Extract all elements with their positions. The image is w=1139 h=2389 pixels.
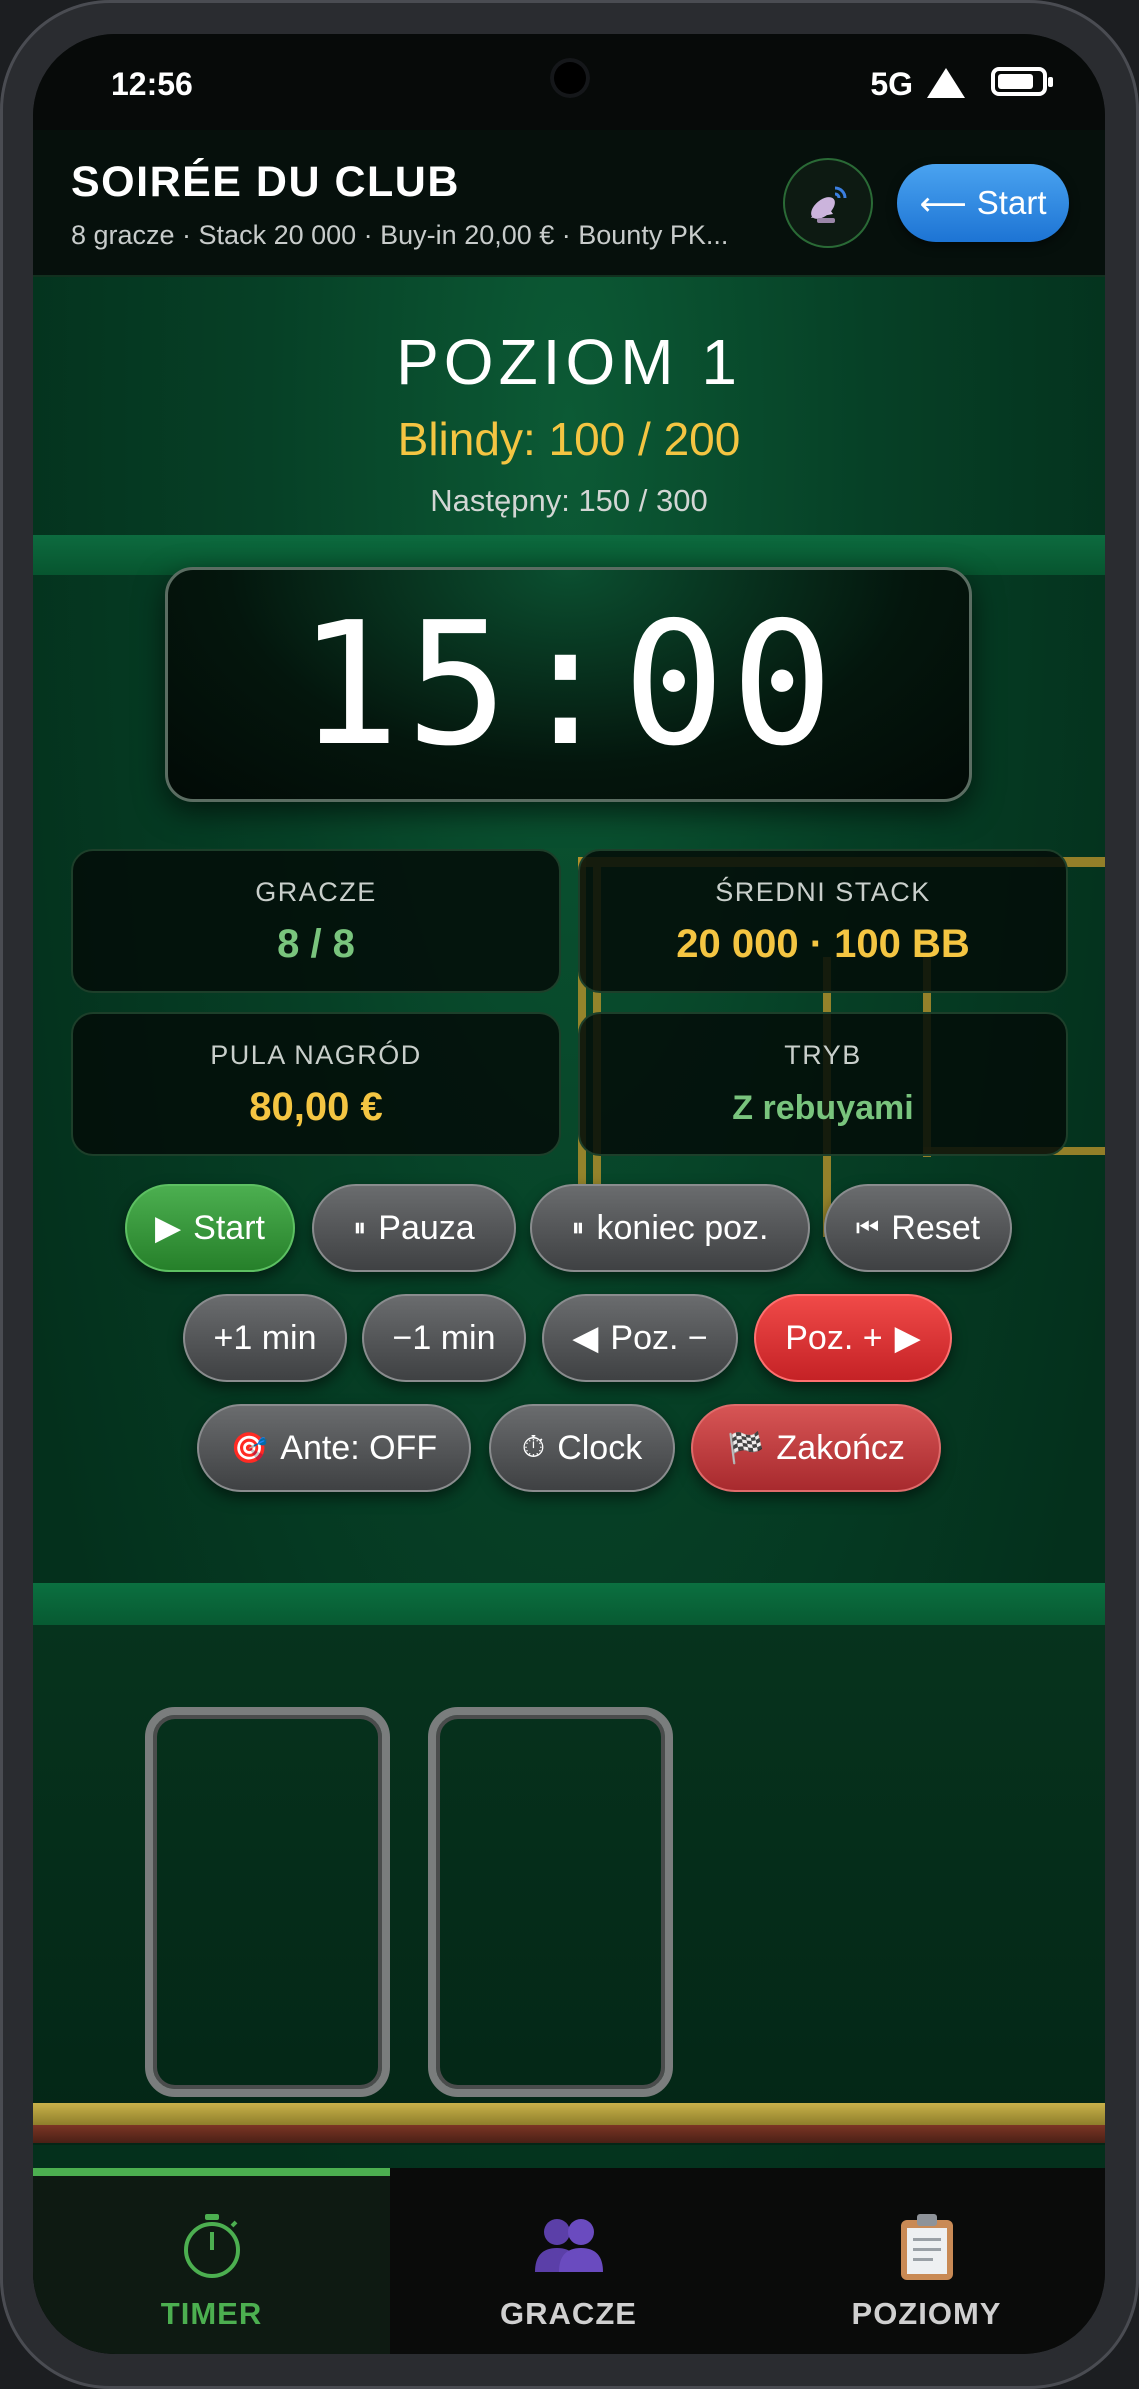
app-header: SOIRÉE DU CLUB 8 gracze · Stack 20 000 ·… (33, 130, 1105, 277)
arrow-left-icon: ⟵ (919, 184, 967, 222)
finish-tournament-button[interactable]: 🏁 Zakończ (691, 1404, 941, 1492)
stopwatch-icon: ⏱ (521, 1431, 546, 1464)
pause-button[interactable]: ⏸ Pauza (312, 1184, 516, 1272)
card-slot-right (428, 1707, 673, 2097)
countdown-time: 15:00 (297, 585, 840, 784)
clipboard-icon (900, 2214, 953, 2280)
network-indicator: 5G (870, 66, 913, 102)
tournament-summary: 8 gracze · Stack 20 000 · Buy-in 20,00 €… (71, 220, 729, 250)
pause-label: Pauza (378, 1208, 475, 1247)
reset-button[interactable]: ⏮ Reset (824, 1184, 1012, 1272)
stat-players-label: GRACZE (255, 877, 377, 907)
tab-players-label: GRACZE (500, 2296, 637, 2331)
previous-level-label: Poz. − (610, 1318, 708, 1357)
players-icon (534, 2219, 603, 2272)
stat-players-value: 8 / 8 (277, 922, 355, 966)
card-slot-left (145, 1707, 390, 2097)
ante-toggle-button[interactable]: 🎯 Ante: OFF (197, 1404, 471, 1492)
stat-average-stack: ŚREDNI STACK 20 000 · 100 BB (578, 849, 1068, 993)
stat-prize-pool-value: 80,00 € (249, 1085, 383, 1129)
stat-prize-pool: PULA NAGRÓD 80,00 € (71, 1012, 561, 1156)
back-to-start-button[interactable]: ⟵ Start (897, 164, 1069, 242)
stopwatch-icon (183, 2214, 240, 2278)
next-blinds: Następny: 150 / 300 (430, 483, 708, 518)
add-minute-button[interactable]: +1 min (183, 1294, 347, 1382)
tab-timer[interactable]: TIMER (33, 2168, 390, 2354)
ante-toggle-label: Ante: OFF (280, 1428, 438, 1467)
stat-average-stack-value: 20 000 · 100 BB (676, 922, 970, 966)
next-level-button[interactable]: Poz. + ▶ (754, 1294, 952, 1382)
add-minute-label: +1 min (213, 1318, 317, 1357)
clock-button[interactable]: ⏱ Clock (489, 1404, 675, 1492)
cast-button[interactable] (783, 158, 873, 248)
active-tab-indicator (33, 2168, 390, 2176)
tab-levels-label: POZIOMY (851, 2296, 1002, 2331)
start-button[interactable]: ▶ Start (125, 1184, 295, 1272)
level-title: POZIOM 1 (396, 326, 742, 398)
stat-players: GRACZE 8 / 8 (71, 849, 561, 993)
table-rail-middle (33, 1583, 1105, 1625)
rewind-icon: ⏮ (855, 1212, 880, 1242)
reset-label: Reset (891, 1208, 981, 1247)
battery-icon (991, 67, 1053, 96)
bottom-navigation: TIMER GRACZE POZIOMY (33, 2168, 1105, 2354)
previous-level-button[interactable]: ◀ Poz. − (542, 1294, 738, 1382)
tab-levels[interactable]: POZIOMY (748, 2168, 1105, 2354)
stat-mode: TRYB Z rebuyami (578, 1012, 1068, 1156)
signal-icon (927, 68, 965, 98)
phone-frame: 12:56 5G SOIRÉE DU CLUB 8 gracze · Stack… (0, 0, 1139, 2389)
status-time: 12:56 (111, 66, 193, 102)
start-label: Start (193, 1208, 265, 1247)
countdown-clock: 15:00 (165, 567, 972, 802)
clock-label: Clock (557, 1428, 643, 1467)
play-icon: ▶ (155, 1209, 182, 1247)
triangle-right-icon: ▶ (894, 1319, 921, 1357)
next-level-label: Poz. + (785, 1318, 883, 1357)
pause-end-of-level-label: koniec poz. (596, 1208, 769, 1247)
pause-icon: ⏸ (571, 1212, 585, 1242)
tab-timer-label: TIMER (160, 2296, 263, 2331)
stat-mode-value: Z rebuyami (732, 1089, 914, 1127)
stat-mode-label: TRYB (784, 1040, 862, 1070)
stat-average-stack-label: ŚREDNI STACK (715, 877, 931, 907)
stat-prize-pool-label: PULA NAGRÓD (210, 1040, 422, 1070)
subtract-minute-button[interactable]: −1 min (362, 1294, 526, 1382)
tab-players[interactable]: GRACZE (390, 2168, 747, 2354)
satellite-dish-icon (811, 186, 847, 223)
triangle-left-icon: ◀ (572, 1319, 599, 1357)
pause-end-of-level-button[interactable]: ⏸ koniec poz. (530, 1184, 810, 1272)
table-edge-wood (33, 2125, 1105, 2143)
tournament-title: SOIRÉE DU CLUB (71, 158, 460, 206)
finish-tournament-label: Zakończ (776, 1428, 905, 1467)
poker-table-background: POZIOM 1 Blindy: 100 / 200 Następny: 150… (33, 277, 1105, 2168)
status-bar: 12:56 5G (33, 34, 1105, 130)
pause-icon: ⏸ (353, 1212, 367, 1242)
current-blinds: Blindy: 100 / 200 (397, 413, 741, 465)
back-to-start-label: Start (976, 184, 1047, 221)
checkered-flag-icon: 🏁 (727, 1431, 765, 1465)
target-icon: 🎯 (230, 1431, 269, 1465)
table-edge-stripe (33, 2103, 1105, 2125)
front-camera (550, 58, 590, 98)
subtract-minute-label: −1 min (392, 1318, 496, 1357)
app-screen: 12:56 5G SOIRÉE DU CLUB 8 gracze · Stack… (33, 34, 1105, 2354)
